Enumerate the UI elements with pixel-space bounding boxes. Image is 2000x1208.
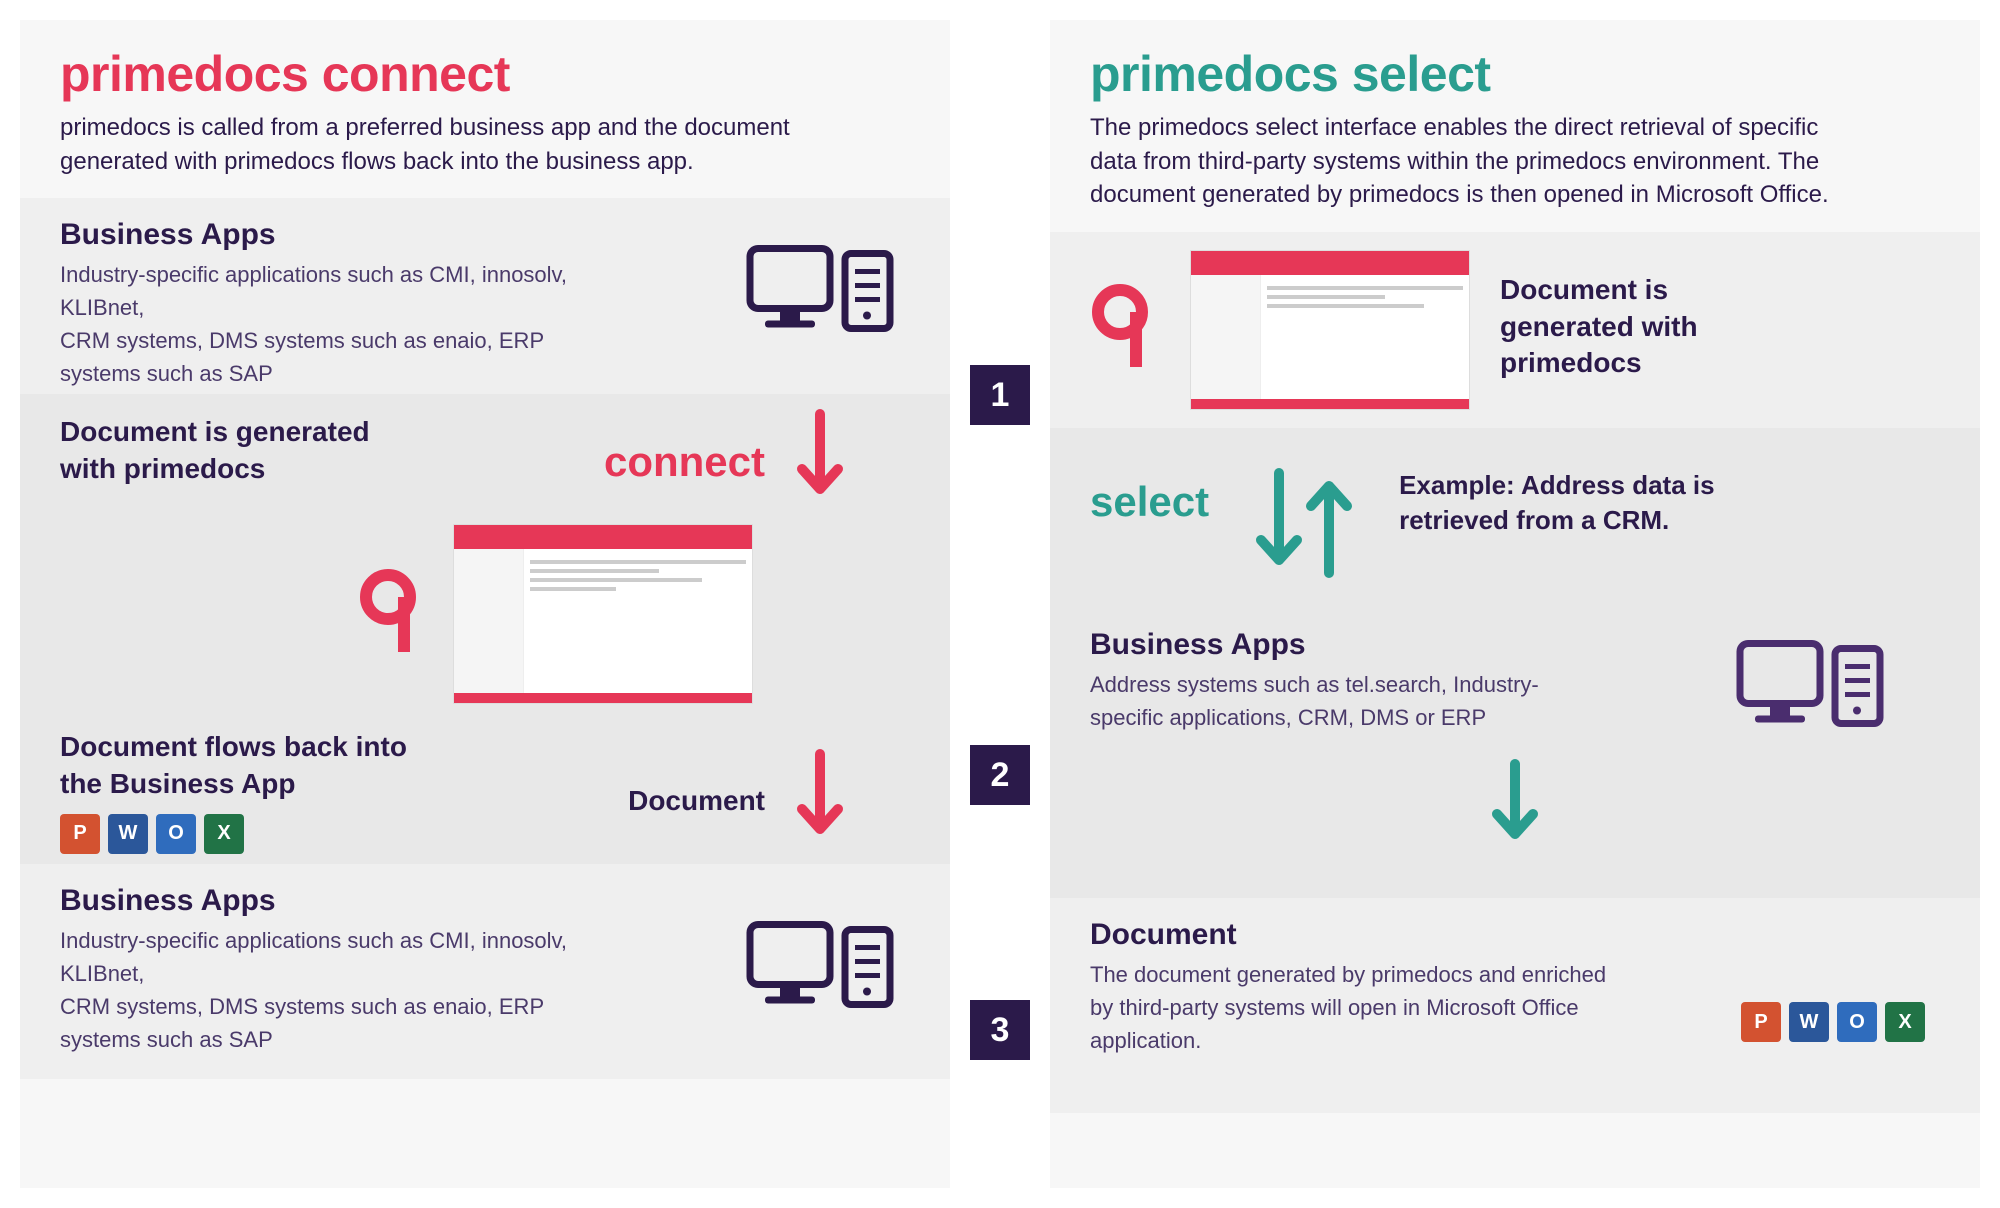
arrow-down-icon	[790, 749, 850, 854]
band-text: The document generated by primedocs and …	[1090, 958, 1610, 1057]
select-example-text: Example: Address data is retrieved from …	[1399, 468, 1729, 538]
connect-column: primedocs connect primedocs is called fr…	[20, 20, 950, 1188]
band-title: Document	[1090, 918, 1940, 952]
select-header: primedocs select The primedocs select in…	[1050, 20, 1980, 232]
office-icons-row: P W O X	[1741, 990, 1925, 1042]
outlook-icon: O	[1837, 1002, 1877, 1042]
outlook-icon: O	[156, 814, 196, 854]
select-title: primedocs select	[1090, 45, 1940, 103]
select-description: The primedocs select interface enables t…	[1090, 111, 1870, 212]
step-number-3: 3	[970, 1000, 1030, 1060]
connect-title: primedocs connect	[60, 45, 910, 103]
arrow-down-icon	[790, 409, 850, 514]
band-text: Industry-specific applications such as C…	[60, 924, 620, 1056]
excel-icon: X	[204, 814, 244, 854]
select-column: primedocs select The primedocs select in…	[1050, 20, 1980, 1188]
app-screenshot-icon	[1190, 250, 1470, 410]
document-label: Document	[628, 785, 765, 817]
powerpoint-icon: P	[60, 814, 100, 854]
select-band-generated: Document is generated with primedocs	[1050, 232, 1980, 428]
connect-flow-band: Document is generated with primedocs con…	[20, 394, 950, 864]
select-band-document: Document The document generated by prime…	[1050, 898, 1980, 1113]
bidirectional-arrows-icon	[1239, 458, 1369, 588]
connect-header: primedocs connect primedocs is called fr…	[20, 20, 950, 198]
computer-icon	[1735, 639, 1885, 744]
doc-flows-back-title: Document flows back into the Business Ap…	[60, 729, 440, 802]
excel-icon: X	[1885, 1002, 1925, 1042]
word-icon: W	[1789, 1002, 1829, 1042]
arrow-down-icon	[1090, 759, 1940, 859]
primedocs-logo-icon	[1090, 282, 1160, 377]
office-icons-row: P W O X	[60, 814, 440, 854]
step-number-2: 2	[970, 745, 1030, 805]
connect-flow-label: connect	[604, 438, 765, 486]
app-screenshot-icon	[453, 524, 753, 704]
select-flow-band: select Example: Address data is retrieve…	[1050, 428, 1980, 898]
computer-icon	[745, 244, 895, 349]
band-title: Business Apps	[60, 884, 910, 918]
powerpoint-icon: P	[1741, 1002, 1781, 1042]
connect-band-business-apps-bottom: Business Apps Industry-specific applicat…	[20, 864, 950, 1079]
step-number-1: 1	[970, 365, 1030, 425]
connect-description: primedocs is called from a preferred bus…	[60, 111, 840, 178]
select-flow-label: select	[1090, 478, 1209, 526]
primedocs-logo-icon	[358, 567, 428, 662]
band-text: Industry-specific applications such as C…	[60, 258, 620, 390]
connect-band-business-apps-top: Business Apps Industry-specific applicat…	[20, 198, 950, 394]
band-text: Address systems such as tel.search, Indu…	[1090, 668, 1610, 734]
word-icon: W	[108, 814, 148, 854]
doc-generated-title: Document is generated with primedocs	[60, 414, 400, 487]
computer-icon	[745, 919, 895, 1024]
doc-generated-title: Document is generated with primedocs	[1500, 272, 1780, 381]
